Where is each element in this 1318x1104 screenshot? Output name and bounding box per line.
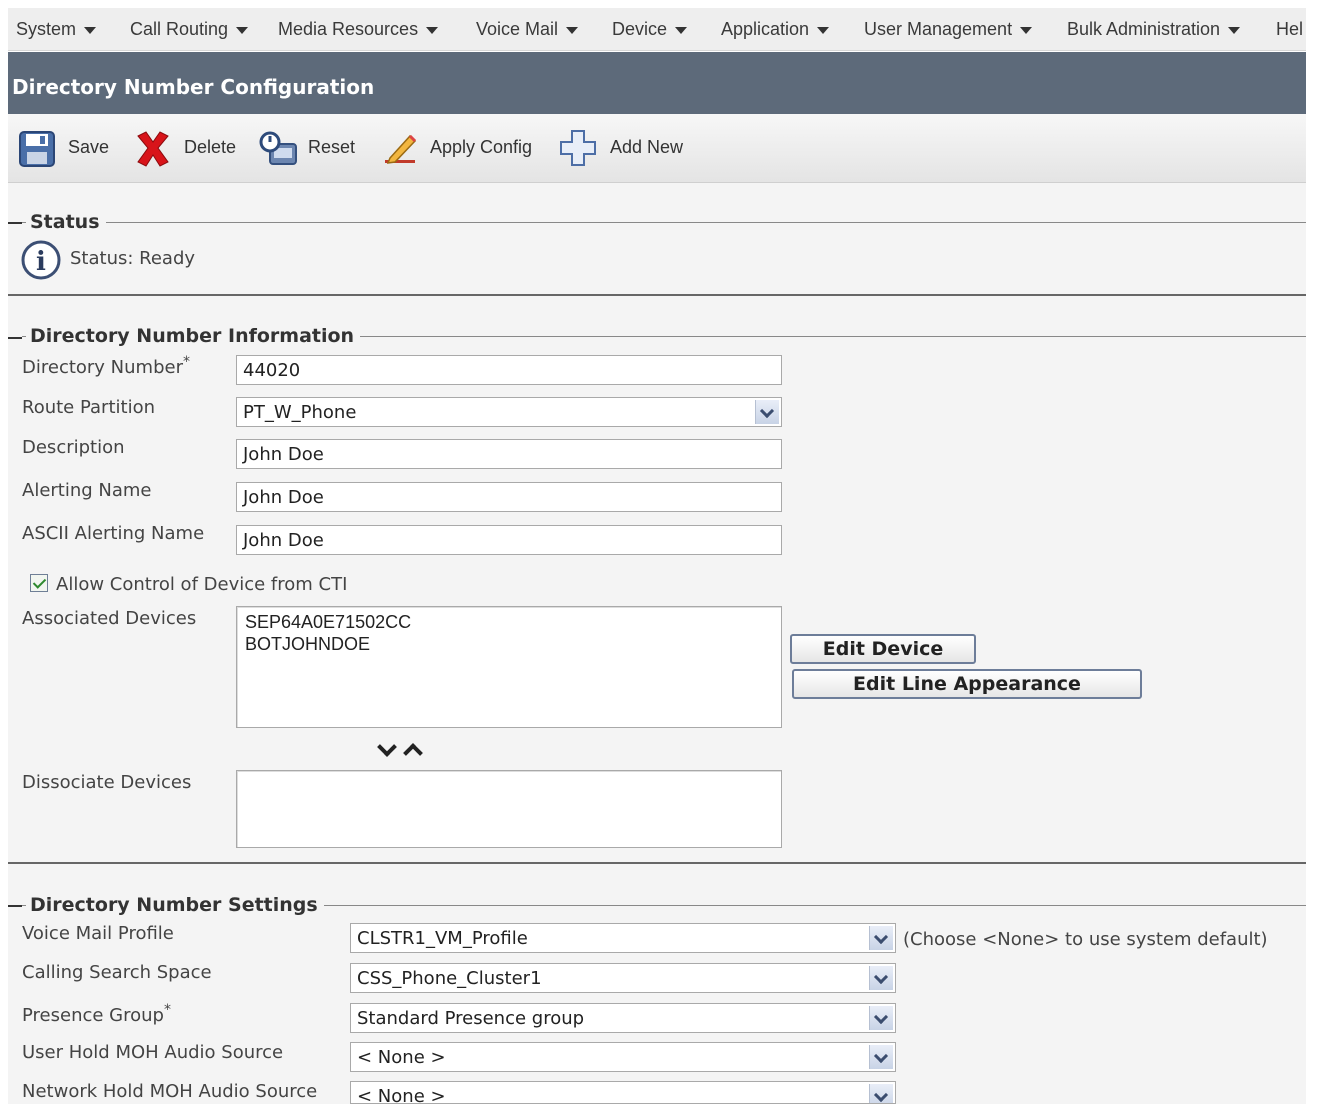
- status-section-divider: [22, 222, 1306, 223]
- toolbar: Save Delete Reset Apply Config Add New: [8, 114, 1306, 183]
- alerting-name-label: Alerting Name: [22, 480, 152, 501]
- reset-icon[interactable]: [256, 128, 302, 170]
- menu-user-management[interactable]: User Management: [864, 19, 1033, 40]
- reset-button[interactable]: Reset: [308, 137, 355, 158]
- menu-media-resources[interactable]: Media Resources: [278, 19, 439, 40]
- network-hold-moh-select[interactable]: < None >: [350, 1081, 896, 1104]
- presence-group-select[interactable]: Standard Presence group: [350, 1003, 896, 1033]
- dn-settings-section-title: Directory Number Settings: [26, 894, 324, 916]
- status-text: Status: Ready: [70, 248, 196, 269]
- save-button[interactable]: Save: [68, 137, 109, 158]
- voice-mail-profile-value: CLSTR1_VM_Profile: [357, 928, 528, 949]
- dissociate-devices-label: Dissociate Devices: [22, 772, 192, 793]
- presence-group-label: Presence Group*: [22, 1002, 171, 1026]
- voice-mail-profile-hint: (Choose <None> to use system default): [903, 929, 1268, 950]
- chevron-down-icon: [675, 26, 688, 34]
- voice-mail-profile-select[interactable]: CLSTR1_VM_Profile: [350, 923, 896, 953]
- section-divider: [8, 294, 1306, 296]
- chevron-down-icon[interactable]: [869, 966, 893, 990]
- add-new-button[interactable]: Add New: [610, 137, 683, 158]
- main-menu-bar: System Call Routing Media Resources Voic…: [8, 8, 1306, 51]
- description-label: Description: [22, 437, 125, 458]
- delete-icon[interactable]: [132, 128, 174, 170]
- menu-system[interactable]: System: [16, 19, 97, 40]
- menu-bulk-administration[interactable]: Bulk Administration: [1067, 19, 1241, 40]
- calling-search-space-value: CSS_Phone_Cluster1: [357, 968, 542, 989]
- route-partition-value: PT_W_Phone: [243, 402, 357, 423]
- section-dash: [8, 222, 22, 224]
- menu-device[interactable]: Device: [612, 19, 688, 40]
- delete-button[interactable]: Delete: [184, 137, 236, 158]
- page-title-bar: Directory Number Configuration: [8, 52, 1306, 114]
- associated-devices-label: Associated Devices: [22, 608, 197, 629]
- page-title: Directory Number Configuration: [12, 75, 375, 99]
- list-item[interactable]: BOTJOHNDOE: [245, 633, 773, 655]
- chevron-down-icon[interactable]: [869, 1084, 893, 1103]
- list-item[interactable]: SEP64A0E71502CC: [245, 611, 773, 633]
- menu-help[interactable]: Hel: [1276, 19, 1303, 40]
- calling-search-space-label: Calling Search Space: [22, 962, 212, 983]
- network-hold-moh-value: < None >: [357, 1086, 446, 1104]
- presence-group-value: Standard Presence group: [357, 1008, 585, 1029]
- edit-line-appearance-button[interactable]: Edit Line Appearance: [792, 669, 1142, 699]
- save-icon[interactable]: [18, 130, 58, 168]
- chevron-down-icon: [236, 26, 249, 34]
- info-icon: i: [21, 240, 61, 280]
- chevron-down-icon[interactable]: [869, 1045, 893, 1069]
- chevron-down-icon: [817, 26, 830, 34]
- required-mark: *: [183, 354, 190, 370]
- menu-call-routing[interactable]: Call Routing: [130, 19, 249, 40]
- chevron-down-icon: [84, 26, 97, 34]
- status-section-title: Status: [26, 211, 106, 233]
- associated-devices-list[interactable]: SEP64A0E71502CC BOTJOHNDOE: [236, 606, 782, 728]
- description-field[interactable]: John Doe: [236, 439, 782, 469]
- dissociate-devices-list[interactable]: [236, 770, 782, 848]
- apply-config-button[interactable]: Apply Config: [430, 137, 532, 158]
- user-hold-moh-select[interactable]: < None >: [350, 1042, 896, 1072]
- chevron-down-icon: [426, 26, 439, 34]
- allow-cti-label: Allow Control of Device from CTI: [56, 574, 348, 595]
- ascii-alerting-name-label: ASCII Alerting Name: [22, 523, 205, 544]
- dn-info-section-title: Directory Number Information: [26, 325, 361, 347]
- network-hold-moh-label: Network Hold MOH Audio Source: [22, 1081, 318, 1102]
- menu-application[interactable]: Application: [721, 19, 830, 40]
- apply-config-icon[interactable]: [382, 130, 420, 168]
- chevron-down-icon: [1020, 26, 1033, 34]
- chevron-down-icon: [566, 26, 579, 34]
- edit-device-button[interactable]: Edit Device: [790, 634, 976, 664]
- section-dash: [8, 337, 22, 339]
- svg-text:i: i: [36, 247, 46, 277]
- route-partition-select[interactable]: PT_W_Phone: [236, 397, 782, 427]
- section-divider: [8, 862, 1306, 864]
- chevron-down-icon[interactable]: [869, 926, 893, 950]
- required-mark: *: [163, 1002, 171, 1018]
- allow-cti-checkbox[interactable]: [30, 574, 48, 592]
- menu-voice-mail[interactable]: Voice Mail: [476, 19, 579, 40]
- voice-mail-profile-label: Voice Mail Profile: [22, 923, 174, 944]
- ascii-alerting-name-field[interactable]: John Doe: [236, 525, 782, 555]
- chevron-down-icon: [1228, 26, 1241, 34]
- route-partition-label: Route Partition: [22, 397, 155, 418]
- chevron-down-icon[interactable]: [755, 400, 779, 424]
- calling-search-space-select[interactable]: CSS_Phone_Cluster1: [350, 963, 896, 993]
- directory-number-field[interactable]: 44020: [236, 355, 782, 385]
- alerting-name-field[interactable]: John Doe: [236, 482, 782, 512]
- chevron-down-icon[interactable]: [869, 1006, 893, 1030]
- user-hold-moh-label: User Hold MOH Audio Source: [22, 1042, 284, 1063]
- section-dash: [8, 905, 22, 907]
- user-hold-moh-value: < None >: [357, 1047, 446, 1068]
- directory-number-label: Directory Number*: [22, 354, 190, 378]
- add-new-icon[interactable]: [558, 128, 598, 168]
